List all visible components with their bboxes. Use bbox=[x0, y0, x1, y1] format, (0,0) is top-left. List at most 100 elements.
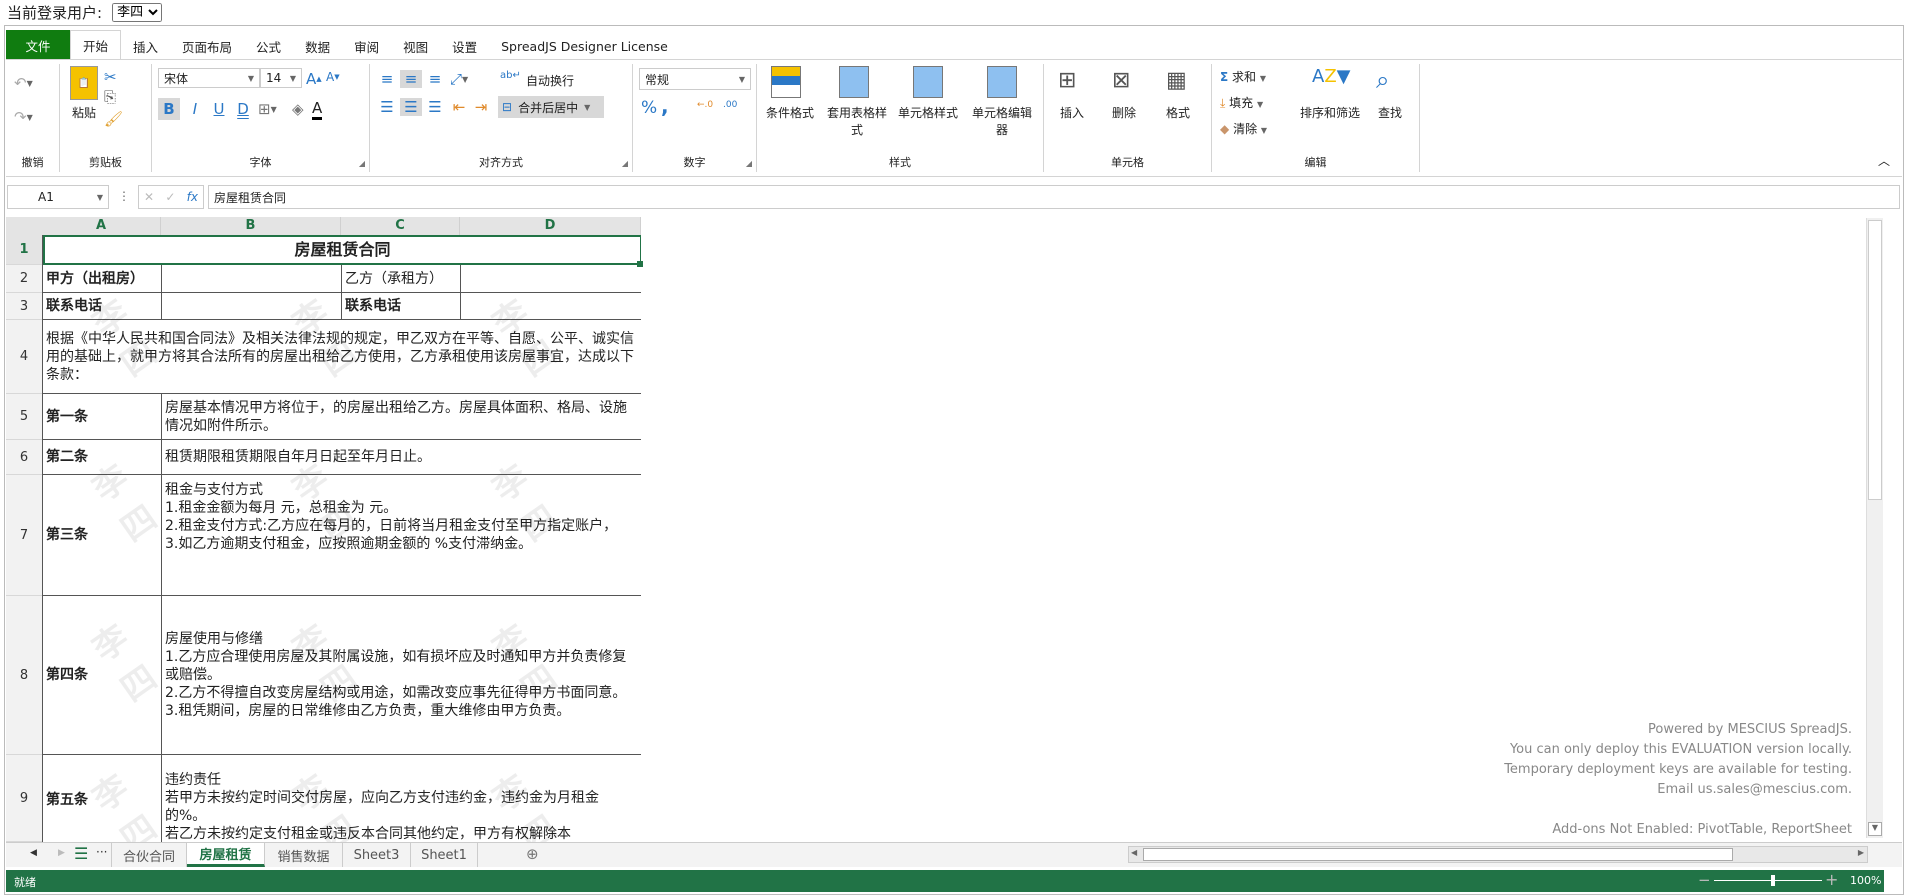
cell-a7[interactable]: 第三条 bbox=[43, 475, 162, 596]
row-header[interactable]: 6 bbox=[6, 440, 42, 475]
vertical-scroll-thumb[interactable] bbox=[1868, 220, 1882, 500]
increase-font-icon[interactable]: A ▲ bbox=[306, 70, 322, 88]
tab-review[interactable]: 审阅 bbox=[342, 32, 391, 60]
undo-icon[interactable]: ↶ ▼ bbox=[14, 74, 33, 92]
dialog-launcher-icon[interactable]: ◢ bbox=[622, 159, 628, 168]
paste-button[interactable]: 粘贴 bbox=[66, 104, 102, 121]
redo-icon[interactable]: ↷ ▼ bbox=[14, 108, 33, 126]
tab-file[interactable]: 文件 bbox=[6, 30, 70, 60]
more-icon[interactable]: ⋮ bbox=[118, 189, 130, 203]
increase-decimal-icon[interactable]: ←.0 bbox=[697, 100, 713, 110]
sheet-tab[interactable]: 合伙合同 bbox=[111, 843, 187, 867]
increase-indent-icon[interactable]: ⇥ bbox=[470, 98, 492, 116]
tab-settings[interactable]: 设置 bbox=[440, 32, 489, 60]
tab-home[interactable]: 开始 bbox=[70, 30, 122, 60]
zoom-slider[interactable] bbox=[1714, 880, 1822, 881]
cancel-icon[interactable]: ✕ bbox=[144, 190, 154, 204]
font-color-icon[interactable]: A bbox=[312, 98, 323, 120]
zoom-out-icon[interactable]: − bbox=[1698, 871, 1711, 889]
comma-button[interactable]: , bbox=[661, 94, 669, 118]
name-box[interactable]: A1 ▼ bbox=[7, 185, 109, 209]
row-header[interactable]: 3 bbox=[6, 293, 42, 320]
cell-a8[interactable]: 第四条 bbox=[43, 596, 162, 755]
find-button[interactable]: 查找 bbox=[1370, 104, 1410, 121]
cell-b7[interactable]: 租金与支付方式 1.租金金额为每月 元，总租金为 元。 2.租金支付方式:乙方应… bbox=[162, 475, 641, 596]
format-cells-button[interactable]: 格式 bbox=[1158, 104, 1198, 121]
cell-a9[interactable]: 第五条 bbox=[43, 755, 162, 842]
scroll-right-icon[interactable]: ▶ bbox=[1858, 848, 1864, 857]
tab-license[interactable]: SpreadJS Designer License bbox=[489, 32, 680, 60]
row-header[interactable]: 8 bbox=[6, 596, 42, 755]
row-header[interactable]: 2 bbox=[6, 265, 42, 293]
cell-d3[interactable] bbox=[461, 293, 641, 320]
format-as-table-button[interactable]: 套用表格样式 bbox=[823, 104, 891, 138]
tab-page-layout[interactable]: 页面布局 bbox=[170, 32, 244, 60]
copy-icon[interactable]: ⎘ bbox=[104, 88, 116, 106]
row-header[interactable]: 5 bbox=[6, 394, 42, 440]
row-header[interactable]: 7 bbox=[6, 475, 42, 596]
add-sheet-icon[interactable]: ⊕ bbox=[526, 845, 539, 863]
decrease-font-icon[interactable]: A ▼ bbox=[326, 70, 340, 84]
tab-formulas[interactable]: 公式 bbox=[244, 32, 293, 60]
clear-button[interactable]: ◆ 清除 ▼ bbox=[1220, 120, 1267, 137]
scroll-down-icon[interactable]: ▼ bbox=[1868, 822, 1882, 836]
column-header-b[interactable]: B bbox=[161, 217, 341, 235]
sheet-tab[interactable]: 销售数据 bbox=[265, 843, 343, 867]
tab-insert[interactable]: 插入 bbox=[121, 32, 170, 60]
cell-b6[interactable]: 租赁期限租赁期限自年月日起至年月日止。 bbox=[162, 440, 641, 475]
sheet-tab-active[interactable]: 房屋租赁 bbox=[187, 843, 265, 867]
collapse-ribbon-icon[interactable]: ︿ bbox=[1878, 152, 1890, 169]
cell-a2[interactable]: 甲方（出租房） bbox=[43, 265, 162, 293]
align-middle-icon[interactable]: ≡ bbox=[400, 70, 422, 88]
insert-cells-button[interactable]: 插入 bbox=[1052, 104, 1092, 121]
row-header[interactable]: 4 bbox=[6, 320, 42, 394]
more-sheets-icon[interactable]: ··· bbox=[96, 845, 107, 859]
cell-editor-button[interactable]: 单元格编辑器 bbox=[967, 104, 1037, 138]
cell-styles-button[interactable]: 单元格样式 bbox=[893, 104, 963, 121]
font-size-select[interactable]: 14 ▼ bbox=[260, 68, 302, 88]
zoom-slider-thumb[interactable] bbox=[1771, 875, 1776, 886]
align-bottom-icon[interactable]: ≡ bbox=[424, 70, 446, 88]
row-header[interactable]: 1 bbox=[6, 235, 42, 265]
column-header-c[interactable]: C bbox=[341, 217, 460, 235]
cell-b8[interactable]: 房屋使用与修缮 1.乙方应合理使用房屋及其附属设施，如有损坏应及时通知甲方并负责… bbox=[162, 596, 641, 755]
column-header-d[interactable]: D bbox=[460, 217, 641, 235]
fill-button[interactable]: ⤓ 填充 ▼ bbox=[1220, 94, 1263, 111]
align-right-icon[interactable]: ☰ bbox=[424, 98, 446, 116]
dialog-launcher-icon[interactable]: ◢ bbox=[359, 159, 365, 168]
cell-a6[interactable]: 第二条 bbox=[43, 440, 162, 475]
scroll-left-icon[interactable]: ◀ bbox=[1131, 848, 1137, 857]
double-underline-button[interactable]: D bbox=[232, 98, 254, 120]
cell-b3[interactable] bbox=[162, 293, 342, 320]
border-icon[interactable]: ⊞ ▼ bbox=[258, 98, 277, 120]
cell-d2[interactable] bbox=[461, 265, 641, 293]
row-header[interactable]: 9 bbox=[6, 755, 42, 842]
paste-icon[interactable]: 📋 bbox=[70, 66, 98, 100]
conditional-format-button[interactable]: 条件格式 bbox=[757, 104, 823, 121]
horizontal-scrollbar[interactable]: ◀ ▶ bbox=[1128, 846, 1868, 863]
horizontal-scroll-thumb[interactable] bbox=[1143, 848, 1733, 861]
bold-button[interactable]: B bbox=[158, 98, 180, 120]
prev-sheet-icon[interactable]: ◀ bbox=[30, 848, 37, 858]
cell-b2[interactable] bbox=[162, 265, 342, 293]
user-select[interactable]: 李四 bbox=[112, 2, 163, 22]
format-painter-icon[interactable]: 🖌 bbox=[104, 110, 123, 128]
tab-view[interactable]: 视图 bbox=[391, 32, 440, 60]
autosum-button[interactable]: Σ 求和 ▼ bbox=[1220, 68, 1266, 85]
vertical-scrollbar[interactable]: ▼ bbox=[1866, 218, 1883, 838]
cell-a5[interactable]: 第一条 bbox=[43, 394, 162, 440]
tab-data[interactable]: 数据 bbox=[293, 32, 342, 60]
next-sheet-icon[interactable]: ▶ bbox=[58, 848, 65, 858]
sheet-tab[interactable]: Sheet1 bbox=[411, 843, 478, 867]
fill-handle[interactable] bbox=[637, 261, 643, 267]
percent-button[interactable]: % bbox=[641, 98, 657, 118]
confirm-icon[interactable]: ✓ bbox=[165, 190, 175, 204]
sheet-list-icon[interactable]: ☰ bbox=[74, 844, 88, 863]
dialog-launcher-icon[interactable]: ◢ bbox=[746, 159, 752, 168]
select-all-corner[interactable] bbox=[6, 217, 42, 235]
column-header-a[interactable]: A bbox=[42, 217, 161, 235]
decrease-decimal-icon[interactable]: .00 bbox=[723, 100, 737, 110]
cell-a4[interactable]: 根据《中华人民共和国合同法》及相关法律法规的规定，甲乙双方在平等、自愿、公平、诚… bbox=[43, 320, 641, 394]
cut-icon[interactable]: ✂ bbox=[104, 68, 117, 86]
cell-c2[interactable]: 乙方（承租方） bbox=[342, 265, 461, 293]
